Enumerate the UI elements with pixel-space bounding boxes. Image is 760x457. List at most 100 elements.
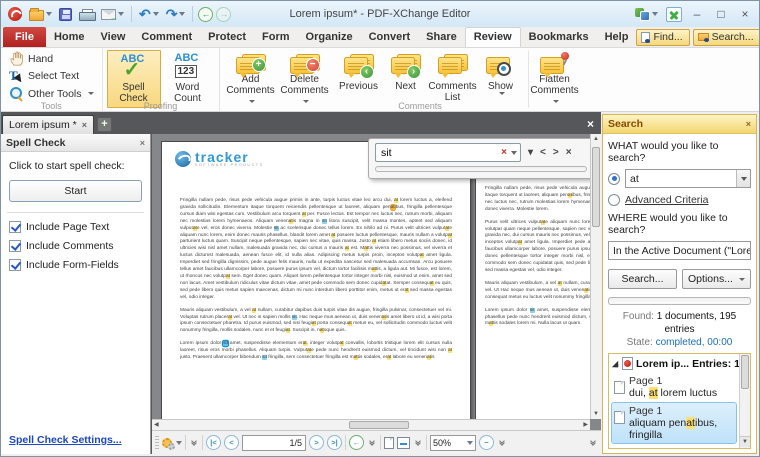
pan-zoom-tools-button[interactable] <box>162 436 182 450</box>
spell-check-button[interactable]: ABC✓ Spell Check <box>107 50 161 108</box>
minimize-button[interactable]: – <box>688 6 706 22</box>
spell-prompt: Click to start spell check: <box>9 160 142 172</box>
scrollbar-thumb[interactable] <box>741 355 749 389</box>
expand-toolbar-button[interactable] <box>189 441 199 445</box>
email-button[interactable] <box>99 8 126 21</box>
tab-protect[interactable]: Protect <box>200 27 254 47</box>
vertical-scrollbar[interactable]: ▲ ▼ <box>590 134 601 419</box>
document-page-1[interactable]: tracker SOFTWARE PRODUCTS Fringilla null… <box>161 141 471 419</box>
page-number-field[interactable]: 1/5 <box>242 435 306 451</box>
delete-comments-button[interactable]: − Delete Comments <box>278 50 332 108</box>
document-page-2[interactable]: Fringilla nullam pede, risus pede vehicu… <box>475 141 590 419</box>
comments-list-button[interactable]: Comments List <box>426 50 480 108</box>
horizontal-scrollbar[interactable]: ◀ ▶ <box>152 419 590 430</box>
scroll-down-icon[interactable]: ▼ <box>591 411 601 417</box>
advanced-criteria-link[interactable]: Advanced Criteria <box>625 194 708 206</box>
document-tab[interactable]: Lorem ipsum * × <box>2 115 94 134</box>
find-input[interactable] <box>379 146 501 160</box>
first-page-button[interactable]: |< <box>206 435 221 450</box>
app-menu-button[interactable] <box>6 6 24 22</box>
open-button[interactable] <box>27 7 54 22</box>
tab-file[interactable]: File <box>3 27 46 47</box>
next-page-button[interactable]: > <box>309 435 324 450</box>
search-button[interactable]: Search... <box>693 29 760 46</box>
back-view-button[interactable]: ← <box>198 7 213 22</box>
tab-home[interactable]: Home <box>46 27 93 47</box>
options-button[interactable]: Options... <box>682 269 751 289</box>
result-item[interactable]: Page 1torquent at per. <box>611 444 737 449</box>
add-comments-button[interactable]: + Add Comments <box>224 50 278 108</box>
checkbox-include-page-text[interactable]: Include Page Text <box>9 221 142 233</box>
tab-organize[interactable]: Organize <box>298 27 361 47</box>
forward-view-button[interactable]: → <box>216 7 231 22</box>
tab-form[interactable]: Form <box>254 27 298 47</box>
tab-convert[interactable]: Convert <box>361 27 419 47</box>
customize-ui-button[interactable] <box>633 7 660 22</box>
query-radio[interactable] <box>608 173 620 185</box>
hand-tool-button[interactable]: Hand <box>5 50 98 67</box>
find-previous-button[interactable]: < <box>540 148 546 158</box>
scroll-left-icon[interactable]: ◀ <box>154 421 159 428</box>
save-button[interactable] <box>57 7 74 22</box>
find-next-button[interactable]: > <box>553 148 559 158</box>
find-button[interactable]: Find... <box>636 29 689 46</box>
find-close-button[interactable]: × <box>566 148 572 158</box>
scrollbar-thumb[interactable] <box>592 147 600 227</box>
previous-view-button[interactable]: ← <box>349 435 364 450</box>
expand-toolbar-button[interactable] <box>588 441 598 445</box>
scroll-right-icon[interactable]: ▶ <box>583 421 588 428</box>
fit-width-icon[interactable] <box>397 437 410 449</box>
show-comments-button[interactable]: Show <box>480 50 522 108</box>
expand-toolbar-button[interactable] <box>413 441 423 445</box>
result-item[interactable]: Page 1dui, at lorem luctus <box>611 372 737 402</box>
tab-bookmarks[interactable]: Bookmarks <box>521 27 597 47</box>
flatten-comments-button[interactable]: Flatten Comments <box>528 50 582 108</box>
close-pane-button[interactable]: × <box>587 117 599 134</box>
undo-button[interactable]: ↶ <box>137 6 161 22</box>
expand-toolbar-button[interactable] <box>367 441 377 445</box>
scroll-up-icon[interactable]: ▲ <box>591 136 601 142</box>
panel-close-icon[interactable]: × <box>140 138 145 148</box>
tab-comment[interactable]: Comment <box>133 27 200 47</box>
fullscreen-button[interactable] <box>666 7 682 22</box>
query-combo[interactable]: at <box>625 169 751 188</box>
close-button[interactable]: × <box>736 6 754 22</box>
maximize-button[interactable]: □ <box>712 6 730 22</box>
zoom-level-combo[interactable]: 50% <box>430 435 476 451</box>
other-tools-button[interactable]: Other Tools <box>5 85 98 102</box>
expand-toolbar-button[interactable] <box>497 441 507 445</box>
redo-button[interactable]: ↷ <box>164 6 188 22</box>
result-item-selected[interactable]: Page 1aliquam penatibus, fringilla <box>611 402 737 444</box>
advanced-criteria-radio[interactable] <box>608 194 620 206</box>
find-history-dropdown-icon[interactable] <box>511 151 517 155</box>
next-comment-button[interactable]: › Next <box>386 50 426 108</box>
tab-help[interactable]: Help <box>597 27 637 47</box>
print-button[interactable] <box>77 6 96 22</box>
find-options-icon[interactable]: ▾ <box>528 148 533 158</box>
tab-share[interactable]: Share <box>418 27 465 47</box>
word-count-button[interactable]: ABC123 Word Count <box>161 50 215 108</box>
zoom-out-button[interactable]: − <box>479 435 494 450</box>
expander-icon[interactable] <box>612 360 618 366</box>
checkbox-include-form-fields[interactable]: Include Form-Fields <box>9 259 142 271</box>
start-button[interactable]: Start <box>9 180 142 202</box>
previous-page-button[interactable]: < <box>224 435 239 450</box>
checkbox-include-comments[interactable]: Include Comments <box>9 240 142 252</box>
find-clear-icon[interactable]: × <box>501 147 507 158</box>
select-text-button[interactable]: T Select Text <box>5 68 98 85</box>
scrollbar-thumb[interactable] <box>349 421 409 429</box>
scope-combo[interactable]: In the Active Document ("Lorem <box>608 241 751 260</box>
new-tab-button[interactable]: + <box>97 117 112 132</box>
results-scrollbar[interactable]: ▼ <box>739 354 750 448</box>
tab-review[interactable]: Review <box>465 27 521 47</box>
doc-tab-close-icon[interactable]: × <box>82 120 87 130</box>
spell-check-settings-link[interactable]: Spell Check Settings... <box>1 434 150 454</box>
result-document-node[interactable]: Lorem ip... Entries: 195 <box>611 356 737 372</box>
run-search-button[interactable]: Search... <box>608 269 677 289</box>
last-page-button[interactable]: >| <box>327 435 342 450</box>
panel-close-icon[interactable]: × <box>746 119 751 129</box>
page-layout-icon[interactable] <box>384 437 394 449</box>
previous-comment-button[interactable]: ‹ Previous <box>332 50 386 108</box>
scroll-down-icon[interactable]: ▼ <box>740 436 750 447</box>
tab-view[interactable]: View <box>93 27 134 47</box>
